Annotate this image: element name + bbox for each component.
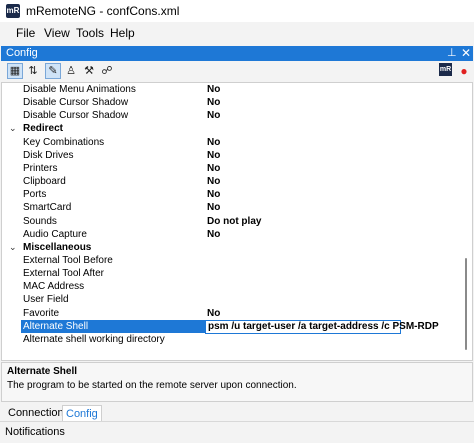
properties-icon[interactable]: ✎ [45,63,61,79]
property-name: Key Combinations [23,137,105,148]
record-icon[interactable]: ● [456,63,472,79]
property-toolbar: ▦ ⇅ ✎ ♙ ⚒ ☍ mR ● [1,61,473,81]
property-value[interactable]: No [207,136,220,149]
property-row[interactable]: Clipboard No [2,175,464,188]
property-row[interactable]: Favorite No [2,307,464,320]
hosts-icon[interactable]: ☍ [99,63,115,79]
property-name: Alternate shell working directory [23,334,165,345]
property-row[interactable]: Disable Menu Animations No [2,83,464,96]
property-value[interactable]: No [207,83,220,96]
category-row[interactable]: ⌄ Miscellaneous [2,241,464,254]
app-icon: mR [6,4,20,18]
property-row[interactable]: Disk Drives No [2,149,464,162]
menu-bar: File View Tools Help [0,22,474,42]
property-value[interactable]: No [207,228,220,241]
property-value[interactable]: No [207,175,220,188]
menu-file[interactable]: File [16,26,35,40]
property-row[interactable]: Audio Capture No [2,228,464,241]
property-name: Clipboard [23,176,66,187]
scroll-thumb[interactable] [465,258,467,350]
window-title: mRemoteNG - confCons.xml [26,4,180,18]
divider [0,421,474,422]
property-row[interactable]: Ports No [2,188,464,201]
alphabetical-icon[interactable]: ⇅ [25,63,41,79]
property-name: Alternate Shell [21,320,206,333]
category-row[interactable]: ⌄ Redirect [2,122,464,135]
property-row[interactable]: Disable Cursor Shadow No [2,109,464,122]
property-row[interactable]: Disable Cursor Shadow No [2,96,464,109]
menu-help[interactable]: Help [110,26,135,40]
property-value[interactable]: No [207,109,220,122]
property-row[interactable]: Alternate Shell psm /u target-user /a tar… [2,320,464,334]
property-value[interactable]: No [207,307,220,320]
property-value[interactable]: Do not play [207,215,261,228]
close-icon[interactable]: ✕ [461,46,471,60]
property-name: SmartCard [23,202,72,213]
mremoteng-icon[interactable]: mR [439,63,452,76]
config-panel-header: Config ⊥ ✕ [1,46,473,61]
help-description: The program to be started on the remote … [7,380,297,391]
property-name: Redirect [23,123,64,134]
property-row[interactable]: Key Combinations No [2,136,464,149]
property-name: Miscellaneous [23,242,92,253]
help-title: Alternate Shell [7,366,78,377]
property-name: Favorite [23,308,60,319]
property-name: Disable Cursor Shadow [23,110,129,121]
property-name: Audio Capture [23,229,87,240]
property-value[interactable]: No [207,96,220,109]
property-name: Sounds [23,216,57,227]
property-name: MAC Address [23,281,85,292]
menu-view[interactable]: View [44,26,70,40]
property-row[interactable]: MAC Address [2,280,464,293]
chevron-down-icon[interactable]: ⌄ [9,241,17,254]
property-name: Ports [23,189,47,200]
property-row[interactable]: Printers No [2,162,464,175]
property-row[interactable]: Alternate shell working directory [2,333,464,346]
property-name: User Field [23,294,69,305]
property-name: Disable Cursor Shadow [23,97,129,108]
property-row[interactable]: Sounds Do not play [2,215,464,228]
scrollbar[interactable] [463,83,469,360]
default-inheritance-icon[interactable]: ♙ [63,63,79,79]
property-value[interactable]: No [207,201,220,214]
help-panel: Alternate Shell The program to be starte… [1,362,473,402]
panel-title: Config [6,47,38,59]
tab-config[interactable]: Config [62,405,102,422]
property-row[interactable]: External Tool After [2,267,464,280]
property-row[interactable]: External Tool Before [2,254,464,267]
menu-tools[interactable]: Tools [76,26,104,40]
property-value-input[interactable]: psm /u target-user /a target-address /c … [205,320,439,334]
title-bar: mR mRemoteNG - confCons.xml [0,0,474,22]
property-grid: Disable Menu Animations No Disable Cursor … [1,82,473,361]
property-name: Disable Menu Animations [23,84,136,95]
property-name: External Tool After [23,268,104,279]
categorized-icon[interactable]: ▦ [7,63,23,79]
property-value[interactable]: No [207,162,220,175]
property-value[interactable]: No [207,188,220,201]
property-name: Printers [23,163,58,174]
property-name: Disk Drives [23,150,74,161]
inheritance-icon[interactable]: ⚒ [81,63,97,79]
property-row[interactable]: User Field [2,293,464,306]
property-row[interactable]: SmartCard No [2,201,464,214]
property-name: External Tool Before [23,255,113,266]
chevron-down-icon[interactable]: ⌄ [9,122,17,135]
notifications-label[interactable]: Notifications [5,426,65,438]
property-value[interactable]: No [207,149,220,162]
pin-icon[interactable]: ⊥ [447,46,457,59]
